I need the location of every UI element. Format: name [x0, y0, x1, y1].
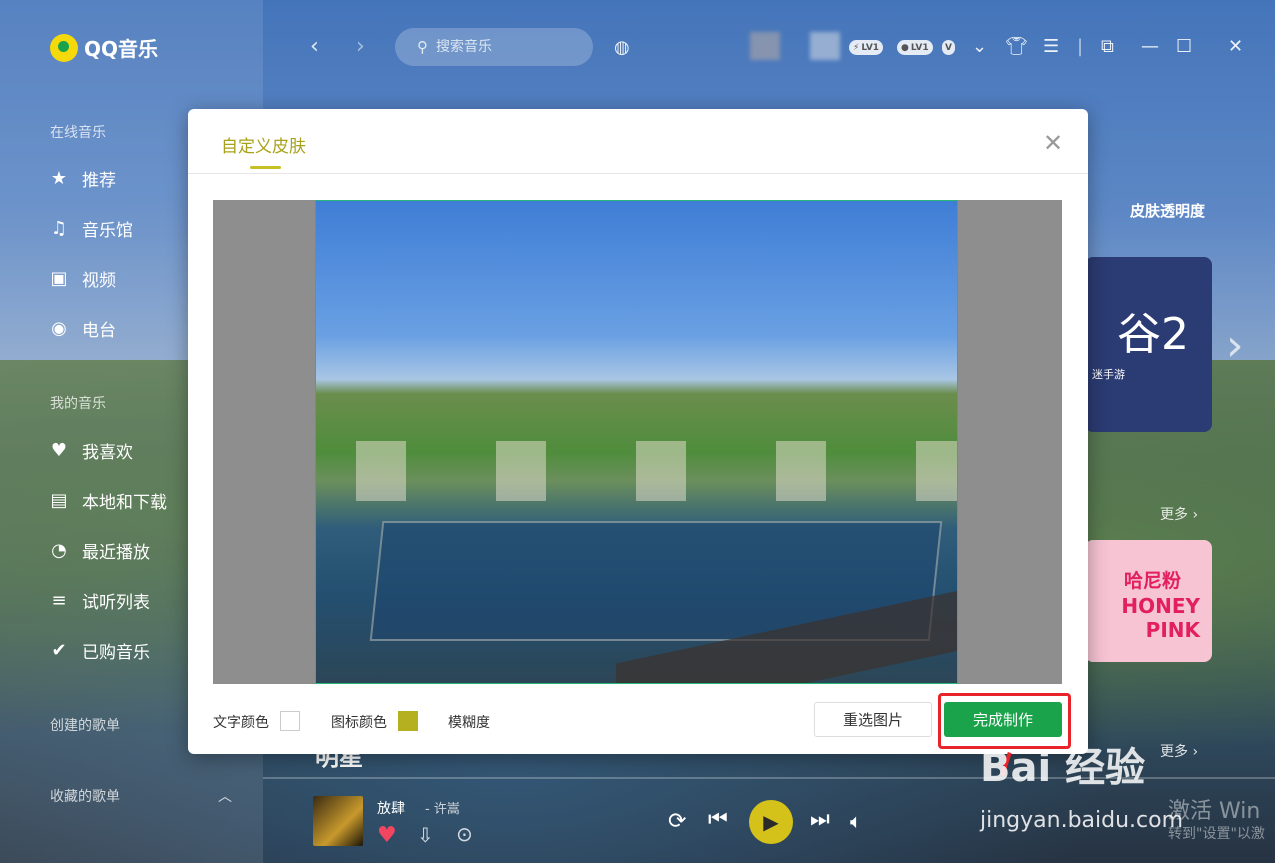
- verified-badge[interactable]: V: [942, 40, 955, 55]
- app-name: QQ音乐: [84, 37, 159, 61]
- music-note-icon: ♫: [50, 218, 68, 239]
- more-link[interactable]: 更多 ›: [1160, 741, 1198, 761]
- sidebar-item-recent[interactable]: ◔ 最近播放: [48, 538, 150, 563]
- custom-skin-dialog: 自定义皮肤 ✕ 文字颜色 图标颜色 模糊度 重选图片 完成制作: [188, 109, 1088, 754]
- photo-houses: [316, 441, 957, 501]
- close-window-icon[interactable]: ✕: [1228, 36, 1243, 57]
- sidebar-item-radio[interactable]: ◉ 电台: [48, 316, 116, 341]
- divider: [188, 173, 1088, 174]
- section-title-online: 在线音乐: [50, 125, 106, 141]
- windows-activation-text: 激活 Win: [1168, 799, 1261, 824]
- watermark-url: jingyan.baidu.com: [980, 808, 1184, 833]
- banner-subtitle: 迷手游: [1092, 368, 1125, 381]
- chevron-down-icon[interactable]: ⌄: [972, 36, 987, 57]
- search-box[interactable]: ⚲: [395, 28, 593, 66]
- star-icon: ★: [50, 168, 68, 189]
- clock-icon: ◔: [51, 540, 67, 561]
- tab-custom-skin[interactable]: 自定义皮肤: [221, 132, 306, 157]
- sidebar-item-label: 推荐: [82, 171, 116, 191]
- previous-track-icon[interactable]: ⏮: [708, 807, 728, 832]
- text-color-swatch[interactable]: [280, 711, 300, 731]
- v-icon: V: [945, 42, 952, 53]
- check-circle-icon: ✔: [51, 640, 67, 661]
- vip-level-badge[interactable]: ⚡ LV1: [849, 40, 884, 55]
- sidebar-item-label: 本地和下载: [82, 493, 167, 513]
- blur-label[interactable]: 模糊度: [448, 712, 490, 732]
- folder-icon: ▤: [50, 490, 68, 511]
- search-icon: ⚲: [417, 38, 428, 56]
- windows-activation-subtext: 转到"设置"以激: [1168, 826, 1265, 842]
- sidebar-item-purchased[interactable]: ✔ 已购音乐: [48, 638, 150, 663]
- skin-opacity-label[interactable]: 皮肤透明度: [1130, 200, 1205, 221]
- baidu-watermark: Bai 经验: [980, 745, 1146, 791]
- list-icon: ≡: [51, 590, 67, 611]
- sidebar-item-music-hall[interactable]: ♫ 音乐馆: [48, 216, 133, 241]
- play-button[interactable]: ▶: [749, 800, 793, 844]
- maximize-icon[interactable]: ☐: [1176, 36, 1192, 57]
- next-track-icon[interactable]: ⏭: [810, 807, 830, 832]
- sidebar-item-video[interactable]: ▣ 视频: [48, 266, 116, 291]
- sidebar-item-label: 音乐馆: [82, 221, 133, 241]
- download-icon[interactable]: ⇩: [417, 823, 434, 847]
- mini-mode-icon[interactable]: ⧉: [1101, 36, 1114, 57]
- divider: |: [1077, 36, 1084, 57]
- chevron-right-icon[interactable]: ›: [1226, 320, 1244, 371]
- svip-level-badge[interactable]: ● LV1: [897, 40, 933, 55]
- username[interactable]: [810, 32, 840, 60]
- tab-active-indicator: [250, 166, 281, 169]
- minimize-icon[interactable]: —: [1141, 36, 1159, 57]
- back-button[interactable]: ‹: [310, 34, 319, 59]
- section-title-collected-playlists[interactable]: 收藏的歌单: [50, 786, 120, 806]
- sidebar-item-label: 视频: [82, 271, 116, 291]
- sidebar-item-label: 我喜欢: [82, 443, 133, 463]
- pink-card-title: 哈尼粉: [1124, 570, 1182, 592]
- icon-color-label: 图标颜色: [331, 715, 387, 731]
- menu-icon[interactable]: ☰: [1043, 36, 1059, 57]
- lightning-icon: ⚡: [853, 42, 860, 53]
- more-link[interactable]: 更多 ›: [1160, 504, 1198, 524]
- video-icon: ▣: [50, 268, 68, 289]
- search-input[interactable]: [436, 39, 566, 55]
- artist-name[interactable]: - 许嵩: [425, 798, 460, 817]
- banner-title: 谷2: [1117, 309, 1189, 360]
- song-title[interactable]: 放肆: [377, 798, 405, 818]
- heart-icon: ♥: [50, 440, 68, 461]
- sidebar-item-trial-list[interactable]: ≡ 试听列表: [48, 588, 150, 613]
- forward-button[interactable]: ›: [356, 34, 365, 59]
- sidebar-item-label: 试听列表: [82, 593, 150, 613]
- app-logo[interactable]: QQ音乐: [50, 33, 158, 62]
- volume-icon[interactable]: 🔈︎: [850, 809, 862, 833]
- sidebar-item-favorites[interactable]: ♥ 我喜欢: [48, 438, 133, 463]
- sidebar-item-local-download[interactable]: ▤ 本地和下载: [48, 488, 167, 513]
- disc-icon: ●: [901, 42, 909, 53]
- qq-music-logo-icon: [50, 33, 78, 62]
- radio-icon: ◉: [51, 318, 67, 339]
- avatar[interactable]: [750, 32, 780, 60]
- listen-recognize-icon[interactable]: ◍: [614, 37, 630, 58]
- repeat-icon[interactable]: ⟳: [668, 809, 686, 834]
- play-icon: ▶: [763, 810, 779, 834]
- pink-card-subtitle: HONEY PINK: [1121, 594, 1200, 642]
- skin-shirt-icon[interactable]: 👕︎: [1005, 36, 1028, 57]
- icon-color-swatch[interactable]: [398, 711, 418, 731]
- crop-selection-image[interactable]: [315, 200, 958, 684]
- close-dialog-icon[interactable]: ✕: [1043, 129, 1063, 157]
- reselect-image-button[interactable]: 重选图片: [814, 702, 932, 737]
- sidebar-item-recommend[interactable]: ★ 推荐: [48, 166, 116, 191]
- chevron-up-icon[interactable]: ︿: [218, 786, 232, 806]
- sidebar-item-label: 最近播放: [82, 543, 150, 563]
- sidebar-item-label: 电台: [82, 321, 116, 341]
- section-title-created-playlists[interactable]: 创建的歌单: [50, 715, 120, 735]
- text-color-label: 文字颜色: [213, 715, 269, 731]
- section-title-my-music: 我的音乐: [50, 396, 106, 412]
- like-heart-icon[interactable]: ♥: [377, 823, 397, 848]
- album-cover[interactable]: [313, 796, 363, 846]
- sidebar-item-label: 已购音乐: [82, 643, 150, 663]
- more-options-icon[interactable]: ⊙: [456, 822, 473, 846]
